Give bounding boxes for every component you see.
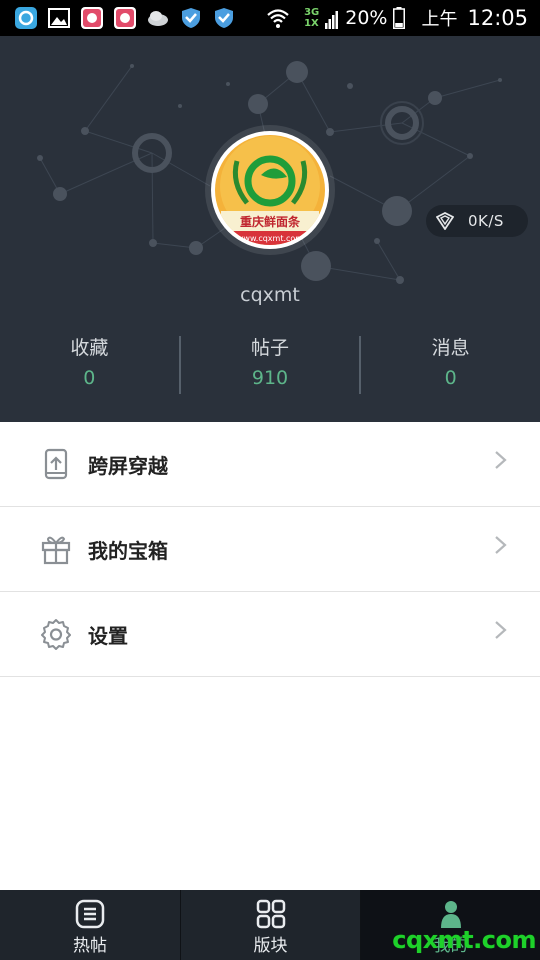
stat-messages[interactable]: 消息 0: [361, 334, 540, 398]
stat-posts[interactable]: 帖子 910: [181, 334, 360, 398]
avatar-url-text: www.cqxmt.com: [237, 234, 303, 243]
stat-favorites[interactable]: 收藏 0: [0, 334, 179, 398]
nav-label: 版块: [253, 936, 288, 956]
menu-item-settings[interactable]: 设置: [0, 592, 540, 677]
cross-screen-icon: [44, 448, 68, 480]
stat-value: 0: [444, 367, 457, 389]
stat-value: 0: [83, 367, 96, 389]
watermark: cqxmt.com: [392, 926, 536, 954]
settings-gear-icon: [41, 619, 71, 650]
stats-row: 收藏 0 帖子 910 消息 0: [0, 334, 540, 398]
avatar-logo: 重庆鲜面条 www.cqxmt.com: [215, 135, 325, 245]
menu-label: 跨屏穿越: [88, 453, 168, 478]
avatar-brand-text: 重庆鲜面条: [240, 214, 301, 229]
speed-indicator: 0K/S: [426, 205, 528, 237]
menu-label: 设置: [88, 623, 128, 648]
stat-label: 消息: [431, 337, 470, 359]
wifi-icon: [267, 9, 289, 28]
signal-icon: [325, 11, 339, 29]
network-type: 3G 1X: [304, 7, 319, 29]
gift-box-icon: [41, 536, 71, 565]
chevron-right-icon: [495, 621, 507, 639]
gallery-icon: [48, 8, 70, 28]
app-badge-icon: [81, 7, 103, 29]
app-badge-icon-2: [114, 7, 136, 29]
chevron-right-icon: [495, 451, 507, 469]
app-notification-icon: [15, 7, 37, 29]
menu-label: 我的宝箱: [88, 538, 168, 563]
grid-icon: [256, 899, 285, 929]
stat-label: 帖子: [251, 337, 290, 359]
tab-hot-posts[interactable]: 热帖: [0, 890, 180, 960]
shield-icon: [182, 8, 200, 28]
nav-label: 热帖: [73, 936, 107, 956]
battery-icon: [393, 7, 406, 29]
status-bar: 3G 1X 20% 上午 12:05: [0, 0, 540, 36]
menu-list: 跨屏穿越 我的宝箱 设置: [0, 422, 540, 677]
menu-item-treasure-box[interactable]: 我的宝箱: [0, 507, 540, 592]
username: cqxmt: [240, 284, 300, 306]
battery-percent: 20%: [345, 7, 388, 29]
person-icon: [440, 901, 461, 928]
profile-header: 重庆鲜面条 www.cqxmt.com 0K/S cqxmt 收藏 0 帖子 9…: [0, 36, 540, 422]
speed-shield-icon: [436, 212, 454, 230]
system-status: 3G 1X 20% 上午 12:05: [264, 5, 540, 31]
list-icon: [75, 899, 105, 929]
stat-label: 收藏: [70, 337, 109, 359]
network-type-bottom: 1X: [304, 18, 319, 29]
stat-value: 910: [251, 367, 289, 389]
cloud-icon: [148, 11, 168, 26]
speed-value: 0K/S: [468, 212, 504, 230]
am-pm: 上午: [421, 9, 458, 30]
network-type-top: 3G: [304, 7, 320, 18]
chevron-right-icon: [495, 536, 507, 554]
avatar[interactable]: 重庆鲜面条 www.cqxmt.com: [211, 131, 329, 249]
menu-item-cross-screen[interactable]: 跨屏穿越: [0, 422, 540, 507]
shield-check-icon: [215, 8, 233, 28]
clock: 12:05: [467, 6, 528, 30]
notification-icons: [0, 6, 236, 30]
tab-boards[interactable]: 版块: [180, 890, 360, 960]
